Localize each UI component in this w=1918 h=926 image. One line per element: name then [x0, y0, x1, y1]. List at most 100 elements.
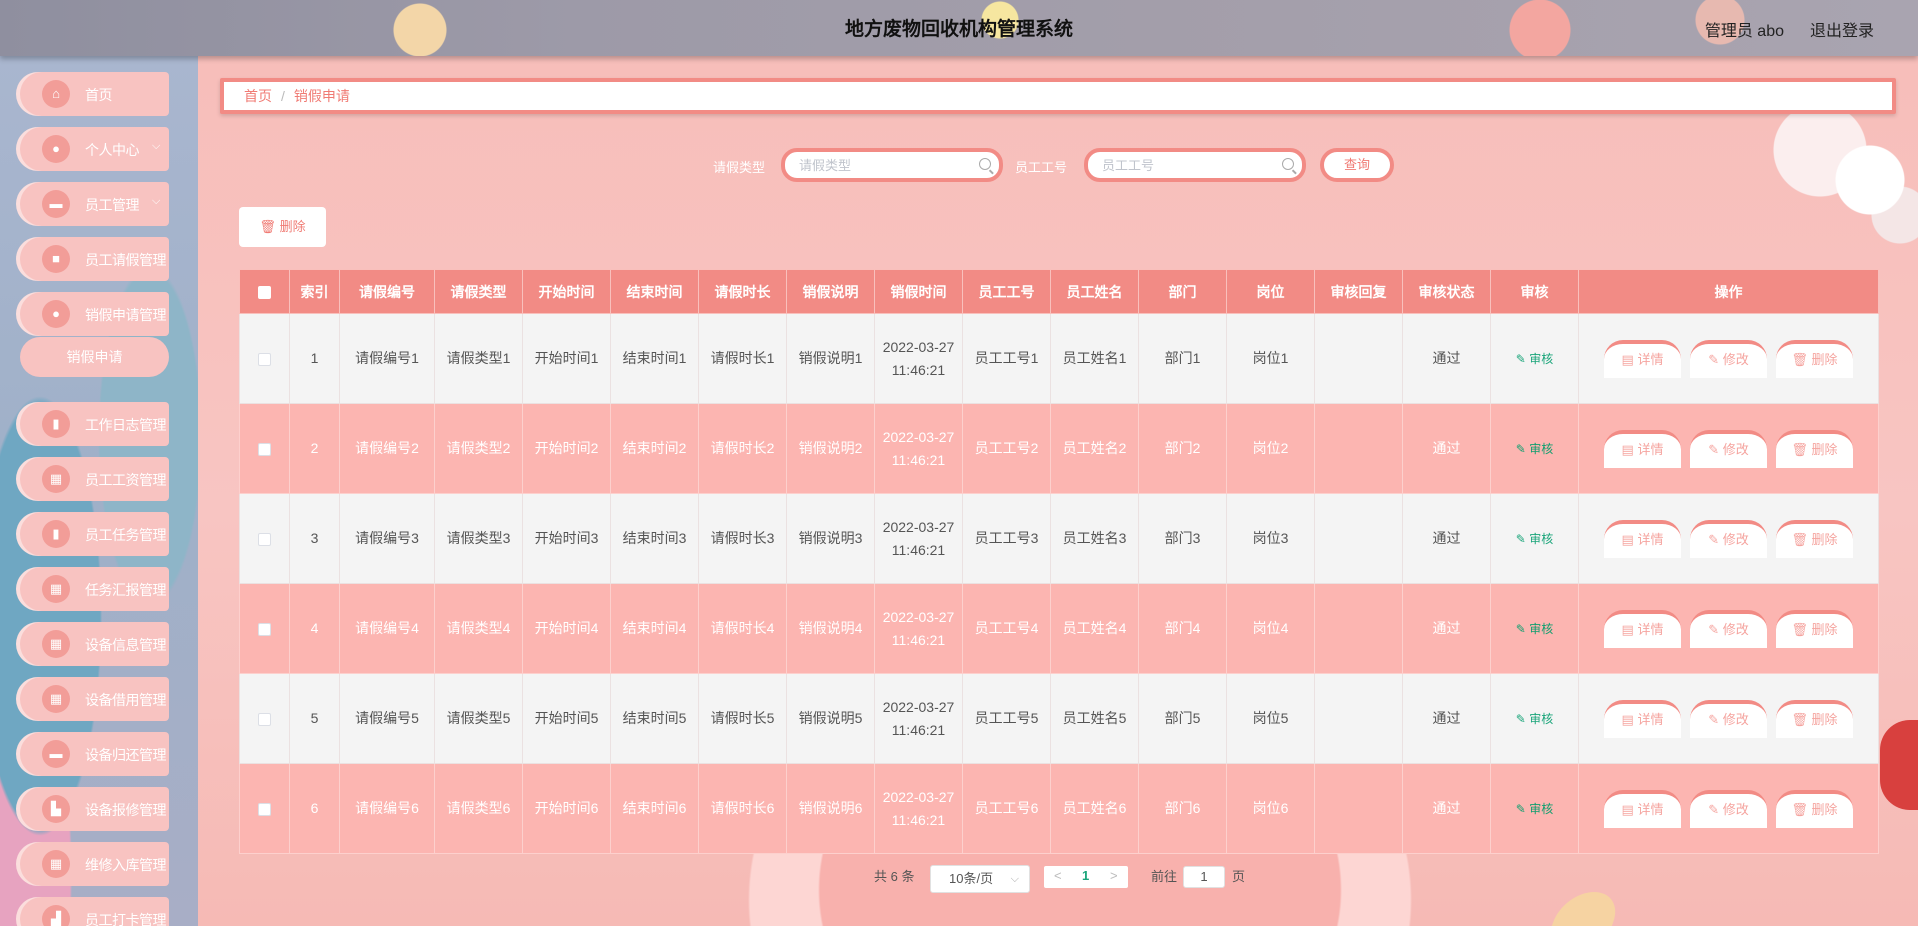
edit-icon: ✎ — [1515, 351, 1530, 366]
table-cell — [1314, 313, 1403, 404]
sidebar-item[interactable]: ▦ 任务汇报管理 — [20, 567, 169, 611]
delete-button[interactable]: 🗑 删除 — [1776, 789, 1853, 828]
edit-label: 修改 — [1722, 531, 1749, 547]
audit-link[interactable]: ✎ 审核 — [1516, 352, 1553, 366]
detail-button[interactable]: ▤ 详情 — [1604, 339, 1681, 378]
table-cell: 请假时长5 — [698, 673, 787, 764]
edit-icon: ✎ — [1515, 621, 1530, 636]
emp-no-input[interactable] — [1088, 152, 1302, 178]
row-checkbox[interactable] — [258, 622, 271, 636]
edit-button[interactable]: ✎ 修改 — [1690, 519, 1767, 558]
table-cell: 开始时间4 — [522, 583, 611, 674]
edit-button[interactable]: ✎ 修改 — [1690, 429, 1767, 468]
column-header: 开始时间 — [522, 269, 611, 314]
next-page-button[interactable]: > — [1110, 868, 1118, 883]
sidebar-item-label: 设备信息管理 — [85, 637, 167, 653]
sidebar-item[interactable]: ■ 员工请假管理 — [20, 237, 169, 281]
audit-link[interactable]: ✎ 审核 — [1516, 712, 1553, 726]
audit-cell: ✎ 审核 — [1490, 403, 1579, 494]
sidebar-item[interactable]: ▦ 设备信息管理 — [20, 622, 169, 666]
detail-label: 详情 — [1637, 351, 1664, 367]
chart-icon: ▟ — [42, 905, 70, 926]
table-cell: 部门2 — [1138, 403, 1227, 494]
table-cell: 6 — [289, 763, 340, 854]
delete-button[interactable]: 🗑 删除 — [1776, 519, 1853, 558]
goto-page-input[interactable]: 1 — [1183, 866, 1225, 888]
batch-delete-button[interactable]: 🗑 删除 — [239, 207, 326, 247]
table-cell: 部门4 — [1138, 583, 1227, 674]
audit-link-label: 审核 — [1529, 351, 1554, 366]
audit-link[interactable]: ✎ 审核 — [1516, 802, 1553, 816]
trash-icon: 🗑 — [1791, 801, 1812, 817]
sidebar-item[interactable]: ▟ 员工打卡管理 — [20, 897, 169, 926]
detail-button[interactable]: ▤ 详情 — [1604, 609, 1681, 648]
sidebar-subitem-active[interactable]: 销假申请 — [20, 337, 169, 377]
table-cell: 通过 — [1402, 493, 1491, 584]
emp-no-search[interactable] — [1084, 148, 1306, 182]
delete-button[interactable]: 🗑 删除 — [1776, 339, 1853, 378]
sidebar-item[interactable]: ▮ 员工任务管理 — [20, 512, 169, 556]
sidebar-item[interactable]: ▮ 工作日志管理 — [20, 402, 169, 446]
table-cell: 请假类型2 — [434, 403, 523, 494]
sidebar-item[interactable]: ● 个人中心 ⌵ — [20, 127, 169, 171]
actions-cell: ▤ 详情 ✎ 修改 🗑 删除 — [1578, 763, 1879, 854]
page-size-select[interactable]: 10条/页 ⌵ — [930, 865, 1030, 893]
edit-label: 修改 — [1722, 441, 1749, 457]
leave-type-input[interactable] — [785, 152, 999, 178]
goto-suffix: 页 — [1232, 869, 1246, 884]
delete-button[interactable]: 🗑 删除 — [1776, 429, 1853, 468]
user-icon: ● — [42, 135, 70, 163]
page-size-value: 10条/页 — [949, 871, 994, 886]
clipboard-icon: ▮ — [42, 410, 70, 438]
column-header: 销假时间 — [874, 269, 963, 314]
edit-button[interactable]: ✎ 修改 — [1690, 789, 1767, 828]
trash-icon: 🗑 — [1791, 441, 1812, 457]
sidebar-item[interactable]: ▦ 设备借用管理 — [20, 677, 169, 721]
breadcrumb-home[interactable]: 首页 — [244, 88, 272, 104]
row-checkbox[interactable] — [258, 442, 271, 456]
column-header: 部门 — [1138, 269, 1227, 314]
delete-button[interactable]: 🗑 删除 — [1776, 699, 1853, 738]
sidebar-item[interactable]: ▬ 设备归还管理 — [20, 732, 169, 776]
row-checkbox[interactable] — [258, 532, 271, 546]
logout-link[interactable]: 退出登录 — [1810, 17, 1874, 41]
top-header: 地方废物回收机构管理系统 管理员 abo 退出登录 — [0, 0, 1918, 56]
table-cell: 请假类型1 — [434, 313, 523, 404]
select-all-checkbox[interactable] — [258, 286, 271, 300]
table-cell: 销假说明5 — [786, 673, 875, 764]
row-checkbox[interactable] — [258, 352, 271, 366]
table-cell: 部门5 — [1138, 673, 1227, 764]
sidebar: ⌂ 首页 ● 个人中心 ⌵ ▬ 员工管理 ⌵ ■ 员工请假管理 ● 销假申请管理 ▮ 工作日志管理 ▦ 员工工… — [0, 56, 198, 926]
delete-button[interactable]: 🗑 删除 — [1776, 609, 1853, 648]
detail-button[interactable]: ▤ 详情 — [1604, 429, 1681, 468]
prev-page-button[interactable]: < — [1054, 868, 1062, 883]
edit-label: 修改 — [1722, 801, 1749, 817]
audit-link[interactable]: ✎ 审核 — [1516, 622, 1553, 636]
table-cell: 请假类型3 — [434, 493, 523, 584]
edit-button[interactable]: ✎ 修改 — [1690, 339, 1767, 378]
sidebar-item[interactable]: ⌂ 首页 — [20, 72, 169, 116]
row-checkbox[interactable] — [258, 802, 271, 816]
detail-button[interactable]: ▤ 详情 — [1604, 519, 1681, 558]
sidebar-item[interactable]: ● 销假申请管理 — [20, 292, 169, 336]
batch-delete-label: 删除 — [279, 219, 306, 234]
edit-icon: ✎ — [1708, 801, 1723, 817]
query-button[interactable]: 查询 — [1320, 148, 1394, 182]
page-number-current[interactable]: 1 — [1082, 868, 1089, 883]
actions-cell: ▤ 详情 ✎ 修改 🗑 删除 — [1578, 403, 1879, 494]
leave-type-search[interactable] — [781, 148, 1003, 182]
sidebar-item[interactable]: ▦ 维修入库管理 — [20, 842, 169, 886]
table-cell: 请假类型5 — [434, 673, 523, 764]
edit-icon: ✎ — [1708, 441, 1723, 457]
detail-button[interactable]: ▤ 详情 — [1604, 699, 1681, 738]
sidebar-item[interactable]: ▬ 员工管理 ⌵ — [20, 182, 169, 226]
sidebar-item[interactable]: ▦ 员工工资管理 — [20, 457, 169, 501]
detail-button[interactable]: ▤ 详情 — [1604, 789, 1681, 828]
audit-link[interactable]: ✎ 审核 — [1516, 532, 1553, 546]
row-checkbox[interactable] — [258, 712, 271, 726]
sidebar-item[interactable]: ▙ 设备报修管理 — [20, 787, 169, 831]
edit-button[interactable]: ✎ 修改 — [1690, 699, 1767, 738]
decor-shape — [1880, 720, 1918, 810]
edit-button[interactable]: ✎ 修改 — [1690, 609, 1767, 648]
audit-link[interactable]: ✎ 审核 — [1516, 442, 1553, 456]
